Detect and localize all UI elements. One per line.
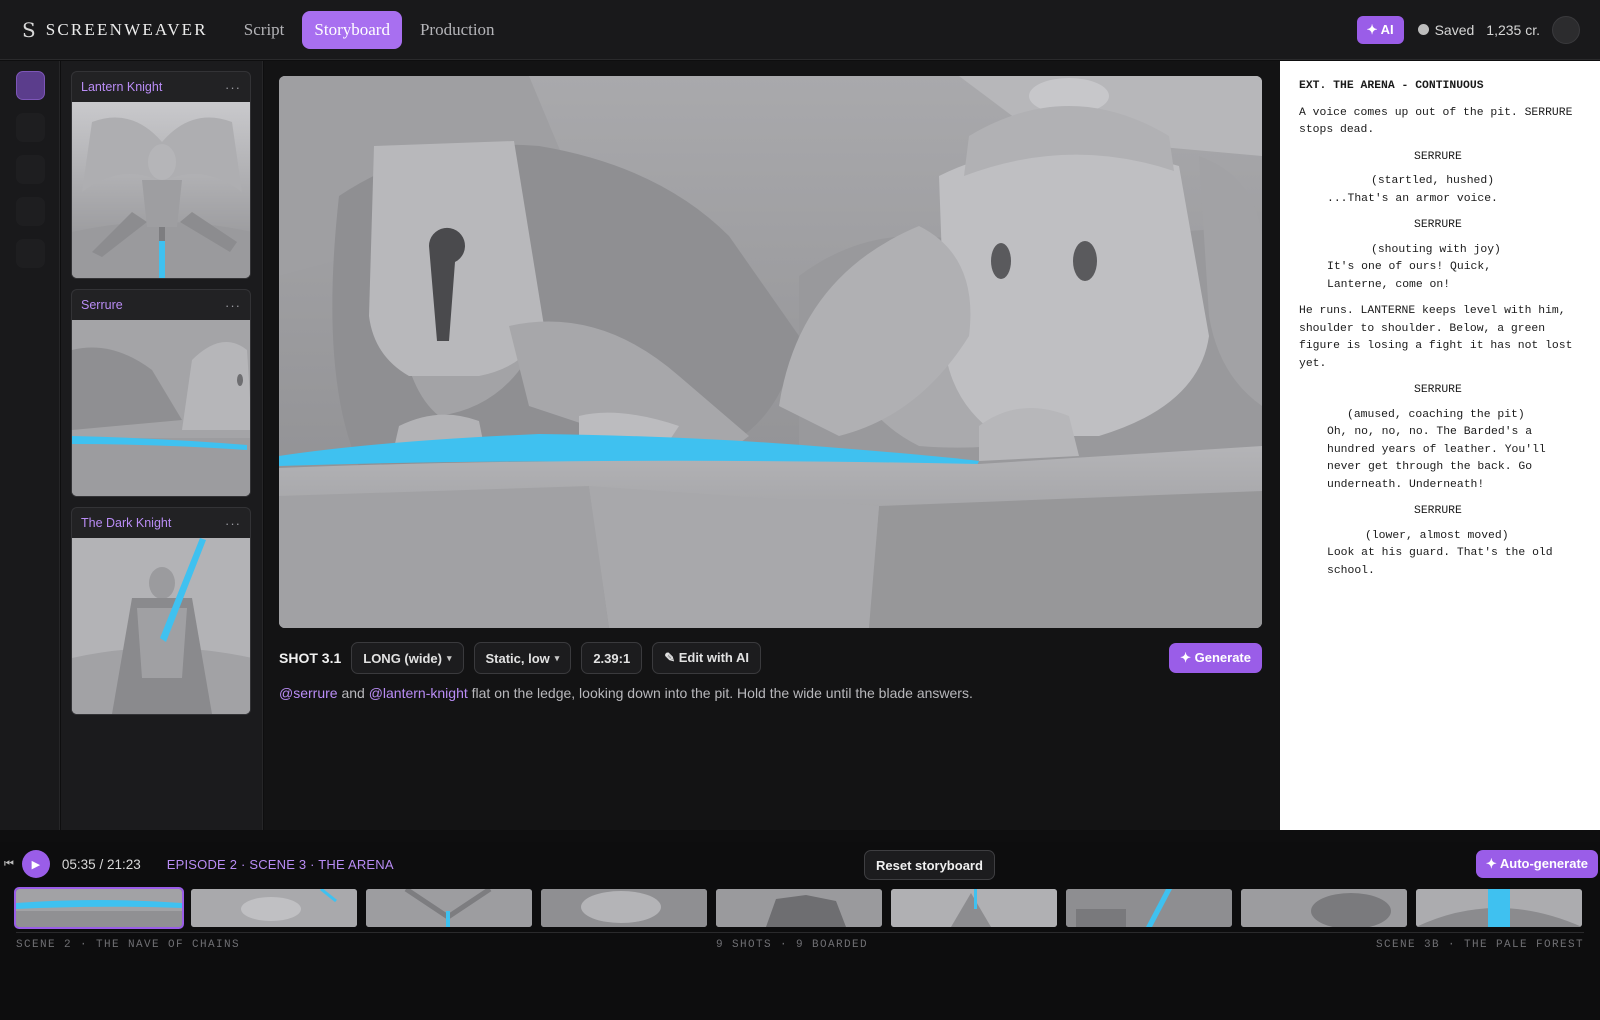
shot-number: SHOT 3.1 [279, 650, 342, 666]
avatar[interactable] [1552, 15, 1580, 44]
ai-button[interactable]: ✦ AI [1356, 15, 1404, 44]
aspect-ratio-button[interactable]: 2.39:1 [581, 642, 643, 674]
character-card-header: Serrure ··· [72, 290, 250, 320]
character-image [72, 320, 250, 496]
more-icon[interactable]: ··· [225, 80, 241, 95]
character-name: The Dark Knight [81, 516, 172, 530]
character-card-dark-knight[interactable]: The Dark Knight ··· [71, 507, 251, 715]
rail-item-1[interactable] [16, 71, 45, 100]
mention-serrure[interactable]: @serrure [279, 685, 338, 701]
shot-thumbnail[interactable] [1066, 889, 1232, 927]
edit-with-ai-button[interactable]: ✎ Edit with AI [652, 642, 761, 674]
topbar-status: ✦ AI Saved 1,235 cr. [1356, 15, 1580, 44]
character-card-serrure[interactable]: Serrure ··· [71, 289, 251, 497]
play-button[interactable]: ▶ [21, 850, 50, 878]
skip-back-icon[interactable]: ⏮ [4, 858, 14, 871]
rail-item-4[interactable] [16, 197, 45, 226]
timeline: ⏮ ▶ 05:35 / 21:23 EPISODE 2 · SCENE 3 · … [0, 842, 1600, 1020]
playback-time: 05:35 / 21:23 [61, 856, 141, 872]
logo-icon: S [22, 17, 36, 42]
character-image [72, 102, 250, 278]
shot-preview-image[interactable] [279, 76, 1262, 628]
scene-heading: EXT. THE ARENA - CONTINUOUS [1299, 80, 1484, 92]
desc-text: and [337, 685, 369, 701]
character-card-header: Lantern Knight ··· [72, 72, 250, 102]
chevron-down-icon: ▾ [554, 652, 560, 663]
shot-count-label: 9 SHOTS · 9 BOARDED [716, 939, 869, 951]
character-name: Lantern Knight [81, 80, 163, 94]
character-card-lantern-knight[interactable]: Lantern Knight ··· [71, 71, 251, 279]
saved-dot-icon [1417, 24, 1429, 35]
prev-scene-label[interactable]: SCENE 2 · THE NAVE OF CHAINS [16, 939, 240, 951]
shot-thumbnail[interactable] [366, 889, 532, 927]
parenthetical: (lower, almost moved) [1365, 529, 1509, 542]
timeline-divider [16, 932, 1584, 933]
auto-generate-button[interactable]: ✦ Auto-generate [1475, 850, 1598, 878]
desc-text: flat on the ledge, looking down into the… [467, 685, 973, 701]
dialogue: ...That's an armor voice. [1327, 192, 1498, 205]
parenthetical: (amused, coaching the pit) [1347, 408, 1525, 421]
character-panel: Lantern Knight ··· Serrure ··· The Dark … [61, 61, 263, 830]
rail-item-2[interactable] [16, 113, 45, 142]
shot-toolbar: SHOT 3.1 LONG (wide) ▾ Static, low ▾ 2.3… [279, 642, 1262, 674]
dialogue: It's one of ours! Quick, Lanterne, come … [1327, 261, 1492, 291]
generate-button[interactable]: ✦ Generate [1169, 643, 1262, 673]
dialogue: Look at his guard. That's the old school… [1327, 547, 1553, 577]
tab-storyboard[interactable]: Storyboard [302, 10, 402, 49]
parenthetical: (startled, hushed) [1371, 175, 1495, 187]
character-cue: SERRURE [1414, 384, 1462, 396]
rail-item-3[interactable] [16, 155, 45, 184]
shot-thumbnail[interactable] [541, 889, 707, 927]
character-name: Serrure [81, 298, 123, 312]
chevron-down-icon: ▾ [446, 652, 452, 663]
current-scene-title: EPISODE 2 · SCENE 3 · THE ARENA [166, 856, 394, 872]
app-logo[interactable]: S SCREENWEAVER [22, 18, 208, 42]
character-image [72, 538, 250, 714]
shot-description[interactable]: @serrure and @lantern-knight flat on the… [279, 685, 1262, 701]
character-cue: SERRURE [1414, 505, 1462, 517]
shot-thumbnail[interactable] [1241, 889, 1407, 927]
shot-strip [14, 887, 1584, 929]
tab-script[interactable]: Script [232, 11, 297, 49]
next-scene-label[interactable]: SCENE 3B · THE PALE FOREST [1376, 939, 1584, 951]
app-name: SCREENWEAVER [45, 19, 208, 39]
camera-select[interactable]: Static, low ▾ [473, 642, 572, 674]
save-status: Saved [1417, 21, 1475, 38]
mention-lantern-knight[interactable]: @lantern-knight [369, 685, 468, 701]
shot-thumbnail[interactable] [191, 889, 357, 927]
main-nav: Script Storyboard Production [232, 10, 513, 49]
top-bar: S SCREENWEAVER Script Storyboard Product… [0, 0, 1600, 60]
shot-editor: SHOT 3.1 LONG (wide) ▾ Static, low ▾ 2.3… [264, 61, 1280, 830]
parenthetical: (shouting with joy) [1371, 243, 1501, 256]
reset-storyboard-button[interactable]: Reset storyboard [864, 850, 995, 880]
shot-thumbnail[interactable] [14, 887, 184, 929]
timeline-controls: ⏮ ▶ 05:35 / 21:23 EPISODE 2 · SCENE 3 · … [0, 842, 1600, 886]
shot-thumbnail[interactable] [716, 889, 882, 927]
shot-thumbnail[interactable] [1416, 889, 1582, 927]
character-card-header: The Dark Knight ··· [72, 508, 250, 538]
character-cue: SERRURE [1414, 219, 1462, 231]
more-icon[interactable]: ··· [225, 298, 241, 313]
play-icon: ▶ [31, 858, 41, 871]
more-icon[interactable]: ··· [225, 516, 241, 531]
framing-value: LONG (wide) [363, 650, 442, 666]
action-line: A voice comes up out of the pit. SERRURE… [1299, 106, 1573, 137]
shot-thumbnail[interactable] [891, 889, 1057, 927]
tab-production[interactable]: Production [408, 11, 507, 49]
script-page[interactable]: EXT. THE ARENA - CONTINUOUS A voice come… [1280, 61, 1600, 830]
camera-value: Static, low [485, 650, 550, 666]
left-rail [0, 61, 60, 830]
dialogue: Oh, no, no, no. The Barded's a hundred y… [1327, 426, 1546, 491]
character-cue: SERRURE [1414, 150, 1462, 163]
saved-label: Saved [1434, 21, 1475, 38]
rail-item-5[interactable] [16, 239, 45, 268]
credits-count: 1,235 cr. [1486, 21, 1540, 38]
framing-select[interactable]: LONG (wide) ▾ [351, 642, 464, 674]
action-line: He runs. LANTERNE keeps level with him, … [1299, 305, 1573, 370]
